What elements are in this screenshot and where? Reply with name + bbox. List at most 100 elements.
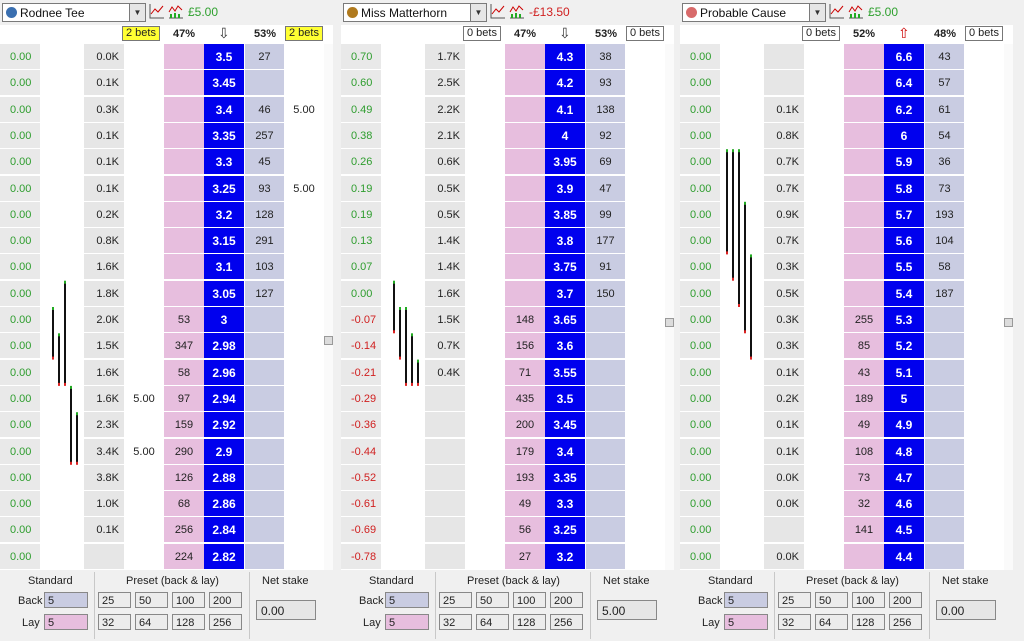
preset-lay-button[interactable]: 64 [135, 614, 168, 630]
my-lay-stake[interactable] [964, 149, 1004, 175]
back-amount-cell[interactable]: 108 [844, 438, 884, 464]
lay-amount-cell[interactable] [245, 491, 284, 517]
lay-amount-cell[interactable] [245, 359, 284, 385]
back-amount-cell[interactable]: 68 [164, 491, 204, 517]
my-back-stake[interactable] [804, 333, 844, 359]
lay-amount-cell[interactable] [245, 517, 284, 543]
lay-amount-cell[interactable]: 54 [925, 122, 964, 148]
my-back-stake[interactable] [465, 228, 505, 254]
preset-lay-button[interactable]: 32 [98, 614, 131, 630]
standard-back-stake-input[interactable]: 5 [724, 592, 768, 608]
back-amount-cell[interactable]: 193 [505, 464, 545, 490]
lay-amount-cell[interactable]: 57 [925, 70, 964, 96]
back-amount-cell[interactable]: 290 [164, 438, 204, 464]
back-amount-cell[interactable]: 189 [844, 385, 884, 411]
preset-back-button[interactable]: 200 [209, 592, 242, 608]
my-back-stake[interactable] [124, 333, 164, 359]
back-amount-cell[interactable] [164, 149, 204, 175]
my-back-stake[interactable] [465, 280, 505, 306]
runner-select[interactable]: Probable Cause [682, 3, 810, 22]
lay-amount-cell[interactable] [586, 517, 625, 543]
back-amount-cell[interactable] [844, 254, 884, 280]
back-amount-cell[interactable]: 58 [164, 359, 204, 385]
back-amount-cell[interactable] [844, 122, 884, 148]
back-amount-cell[interactable]: 85 [844, 333, 884, 359]
my-lay-stake[interactable] [284, 254, 324, 280]
back-amount-cell[interactable] [164, 228, 204, 254]
my-back-stake[interactable] [465, 491, 505, 517]
price-graph-icon[interactable] [848, 3, 864, 19]
back-bets-count[interactable]: 0 bets [802, 26, 840, 41]
back-amount-cell[interactable] [505, 254, 545, 280]
my-back-stake[interactable] [804, 438, 844, 464]
my-lay-stake[interactable] [625, 464, 665, 490]
back-amount-cell[interactable]: 126 [164, 464, 204, 490]
lay-amount-cell[interactable]: 104 [925, 228, 964, 254]
back-amount-cell[interactable]: 49 [844, 412, 884, 438]
my-lay-stake[interactable] [964, 254, 1004, 280]
my-lay-stake[interactable] [284, 333, 324, 359]
my-back-stake[interactable] [124, 359, 164, 385]
back-amount-cell[interactable]: 56 [505, 517, 545, 543]
lay-amount-cell[interactable] [245, 333, 284, 359]
back-amount-cell[interactable] [505, 44, 545, 69]
lay-amount-cell[interactable] [925, 412, 964, 438]
my-lay-stake[interactable] [964, 44, 1004, 69]
preset-lay-button[interactable]: 64 [815, 614, 848, 630]
back-amount-cell[interactable]: 43 [844, 359, 884, 385]
back-amount-cell[interactable]: 156 [505, 333, 545, 359]
my-lay-stake[interactable] [625, 254, 665, 280]
lay-amount-cell[interactable]: 69 [586, 149, 625, 175]
my-back-stake[interactable] [124, 70, 164, 96]
standard-back-stake-input[interactable]: 5 [44, 592, 88, 608]
my-back-stake[interactable] [124, 543, 164, 569]
preset-lay-button[interactable]: 256 [550, 614, 583, 630]
back-amount-cell[interactable] [505, 175, 545, 201]
price-graph-icon[interactable] [509, 3, 525, 19]
my-lay-stake[interactable] [284, 44, 324, 69]
my-back-stake[interactable] [804, 464, 844, 490]
my-lay-stake[interactable] [625, 359, 665, 385]
my-back-stake[interactable] [465, 122, 505, 148]
line-chart-icon[interactable] [149, 3, 165, 19]
my-lay-stake[interactable] [625, 201, 665, 227]
back-amount-cell[interactable]: 159 [164, 412, 204, 438]
my-lay-stake[interactable] [625, 44, 665, 69]
my-back-stake[interactable] [124, 517, 164, 543]
back-amount-cell[interactable]: 53 [164, 307, 204, 332]
my-back-stake[interactable] [804, 44, 844, 69]
my-lay-stake[interactable] [284, 70, 324, 96]
preset-lay-button[interactable]: 32 [778, 614, 811, 630]
my-lay-stake[interactable] [964, 307, 1004, 332]
lay-amount-cell[interactable] [925, 464, 964, 490]
lay-amount-cell[interactable]: 46 [245, 96, 284, 122]
my-back-stake[interactable]: 5.00 [124, 385, 164, 411]
my-back-stake[interactable] [465, 254, 505, 280]
lay-amount-cell[interactable] [925, 438, 964, 464]
my-lay-stake[interactable] [964, 228, 1004, 254]
lay-amount-cell[interactable]: 93 [586, 70, 625, 96]
my-back-stake[interactable] [465, 333, 505, 359]
back-amount-cell[interactable] [164, 96, 204, 122]
lay-amount-cell[interactable] [925, 517, 964, 543]
back-amount-cell[interactable] [844, 201, 884, 227]
my-back-stake[interactable] [124, 280, 164, 306]
lay-amount-cell[interactable]: 187 [925, 280, 964, 306]
preset-back-button[interactable]: 100 [513, 592, 546, 608]
my-lay-stake[interactable] [964, 385, 1004, 411]
chevron-down-icon[interactable]: ▼ [809, 3, 826, 22]
my-lay-stake[interactable] [284, 228, 324, 254]
preset-lay-button[interactable]: 256 [209, 614, 242, 630]
back-amount-cell[interactable] [164, 175, 204, 201]
my-lay-stake[interactable] [964, 175, 1004, 201]
my-lay-stake[interactable] [625, 385, 665, 411]
back-amount-cell[interactable] [164, 44, 204, 69]
back-amount-cell[interactable]: 71 [505, 359, 545, 385]
back-amount-cell[interactable] [164, 280, 204, 306]
lay-amount-cell[interactable] [245, 464, 284, 490]
my-back-stake[interactable] [804, 307, 844, 332]
standard-lay-stake-input[interactable]: 5 [44, 614, 88, 630]
my-lay-stake[interactable] [284, 464, 324, 490]
lay-amount-cell[interactable] [245, 385, 284, 411]
standard-lay-stake-input[interactable]: 5 [385, 614, 429, 630]
